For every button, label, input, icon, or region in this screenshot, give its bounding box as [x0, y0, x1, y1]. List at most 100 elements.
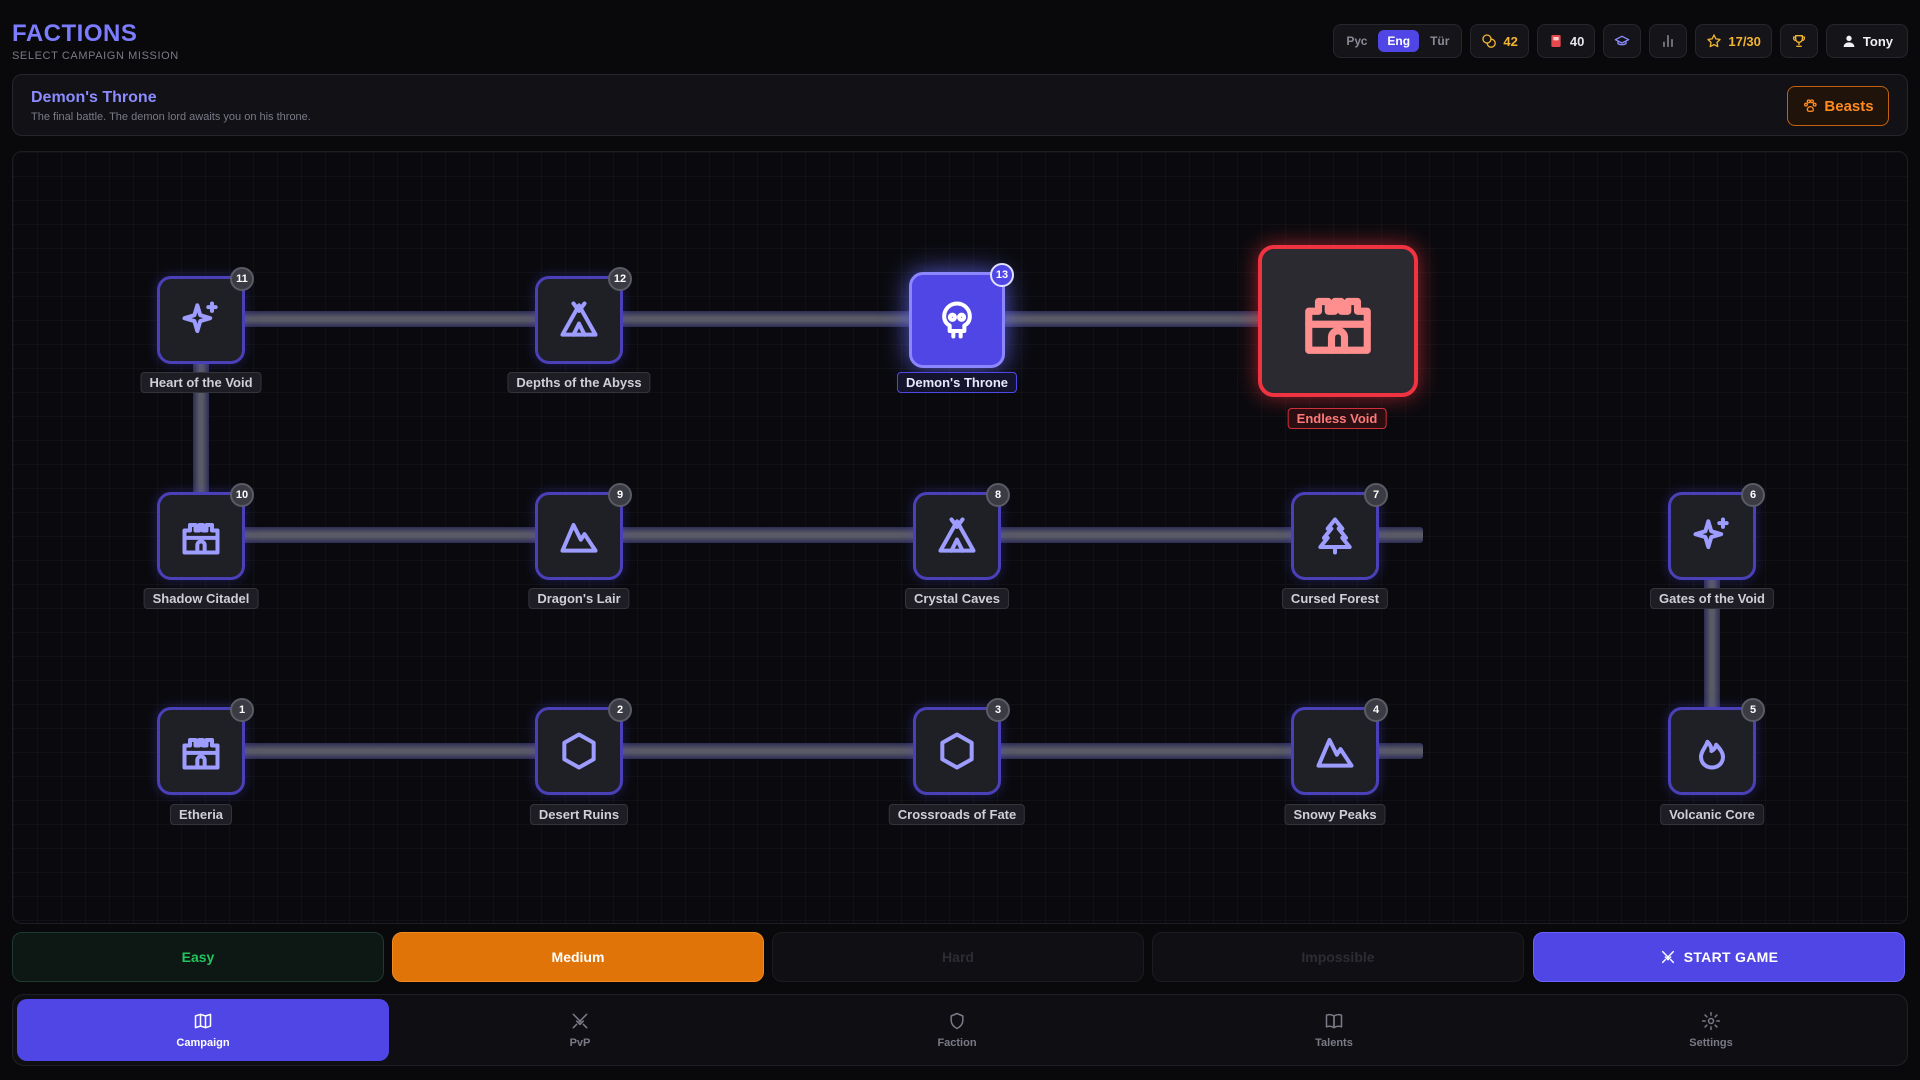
gold-value: 42: [1503, 33, 1518, 49]
mountain-icon: [1316, 737, 1354, 768]
mission-node-13[interactable]: 13: [909, 263, 1014, 368]
tab-pvp[interactable]: PvP: [394, 999, 766, 1061]
bottom-navigation: Campaign PvP Faction Talents Settings: [12, 994, 1908, 1066]
map-icon: [194, 1013, 212, 1029]
tab-faction[interactable]: Faction: [771, 999, 1143, 1061]
mission-node-5[interactable]: 5: [1668, 698, 1765, 795]
mission-node-2[interactable]: 2: [535, 698, 632, 795]
node-number-badge: 8: [986, 483, 1010, 507]
node-number-badge: 7: [1364, 483, 1388, 507]
node-number-badge: 13: [990, 263, 1014, 287]
mission-node-9[interactable]: 9: [535, 483, 632, 580]
difficulty-easy[interactable]: Easy: [12, 932, 384, 982]
node-number-badge: 3: [986, 698, 1010, 722]
mission-node-1[interactable]: 1: [157, 698, 254, 795]
node-label: Dragon's Lair: [528, 588, 630, 609]
graduation-cap-icon: [1615, 35, 1630, 46]
stars-counter[interactable]: 17/30: [1695, 24, 1772, 58]
language-en[interactable]: Eng: [1378, 30, 1420, 52]
node-number-badge: 6: [1741, 483, 1765, 507]
tab-label: Talents: [1315, 1037, 1353, 1049]
mission-node-3[interactable]: 3: [913, 698, 1010, 795]
mission-banner: Demon's Throne The final battle. The dem…: [12, 74, 1908, 136]
tutorial-button[interactable]: [1603, 24, 1642, 58]
flame-icon: [1698, 739, 1726, 770]
tab-talents[interactable]: Talents: [1148, 999, 1520, 1061]
sparkles-icon: [1693, 517, 1729, 550]
trophy-icon: [1792, 35, 1805, 47]
achievements-button[interactable]: [1779, 24, 1818, 58]
difficulty-impossible[interactable]: Impossible: [1152, 932, 1524, 982]
node-number-badge: 10: [230, 483, 254, 507]
node-label: Cursed Forest: [1281, 588, 1389, 609]
hexagon-icon: [562, 732, 596, 770]
tab-campaign[interactable]: Campaign: [17, 999, 389, 1061]
app-brand: FACTIONS SELECT CAMPAIGN MISSION: [12, 20, 179, 62]
book-icon: [1325, 1013, 1343, 1029]
faction-label: Beasts: [1824, 97, 1874, 115]
shield-icon: [950, 1012, 964, 1030]
node-label: Shadow Citadel: [143, 588, 259, 609]
difficulty-medium[interactable]: Medium: [392, 932, 764, 982]
mission-node-4[interactable]: 4: [1291, 698, 1388, 795]
mountain-icon: [560, 522, 598, 553]
stars-value: 17/30: [1728, 33, 1761, 49]
language-ru[interactable]: Рус: [1337, 30, 1376, 52]
tab-label: Faction: [937, 1037, 977, 1049]
node-number-badge: 9: [608, 483, 632, 507]
swords-icon: [1661, 950, 1674, 964]
node-label: Desert Ruins: [529, 804, 629, 825]
gear-icon: [1701, 1011, 1721, 1031]
language-tr[interactable]: Tür: [1421, 30, 1458, 52]
mission-node-12[interactable]: 12: [535, 267, 632, 364]
mission-node-7[interactable]: 7: [1291, 483, 1388, 580]
gold-counter[interactable]: 42: [1470, 24, 1529, 58]
path-connector: [201, 743, 1423, 759]
node-label: Demon's Throne: [896, 372, 1018, 393]
coins-icon: [1482, 34, 1497, 48]
user-icon: [1843, 35, 1855, 47]
stats-button[interactable]: [1649, 24, 1688, 58]
difficulty-hard[interactable]: Hard: [772, 932, 1144, 982]
top-bar: Рус Eng Tür 42 40 17/30 Tony: [1333, 24, 1908, 58]
ticket-icon: [1551, 35, 1561, 47]
tickets-counter[interactable]: 40: [1536, 24, 1596, 58]
mission-description: The final battle. The demon lord awaits …: [31, 111, 311, 123]
mission-node-10[interactable]: 10: [157, 483, 254, 580]
node-label: Depths of the Abyss: [507, 372, 651, 393]
castle-icon: [182, 522, 220, 555]
tree-icon: [1318, 517, 1352, 555]
mission-node-8[interactable]: 8: [913, 483, 1010, 580]
faction-button[interactable]: Beasts: [1787, 86, 1889, 126]
app-subtitle: SELECT CAMPAIGN MISSION: [12, 50, 179, 62]
paw-icon: [1804, 99, 1818, 113]
mission-node-11[interactable]: 11: [157, 267, 254, 364]
node-label: Gates of the Void: [1650, 588, 1774, 609]
node-number-badge: 1: [230, 698, 254, 722]
node-number-badge: 12: [608, 267, 632, 291]
tab-label: Settings: [1689, 1037, 1733, 1049]
tab-settings[interactable]: Settings: [1525, 999, 1897, 1061]
path-connector: [201, 527, 1423, 543]
mission-title: Demon's Throne: [31, 89, 157, 106]
bar-chart-icon: [1663, 35, 1674, 47]
start-game-button[interactable]: START GAME: [1533, 932, 1905, 982]
boss-label: Endless Void: [1287, 408, 1387, 429]
tickets-value: 40: [1569, 33, 1585, 49]
node-label: Crystal Caves: [905, 588, 1009, 609]
language-switcher: Рус Eng Tür: [1333, 24, 1463, 58]
boss-node[interactable]: [1258, 245, 1418, 397]
mission-node-6[interactable]: 6: [1668, 483, 1765, 580]
user-menu[interactable]: Tony: [1825, 24, 1908, 58]
node-label: Etheria: [169, 804, 233, 825]
node-number-badge: 4: [1364, 698, 1388, 722]
sparkles-icon: [182, 301, 218, 334]
node-label: Volcanic Core: [1660, 804, 1764, 825]
node-number-badge: 11: [230, 267, 254, 291]
node-label: Heart of the Void: [140, 372, 262, 393]
skull-icon: [942, 301, 972, 339]
node-number-badge: 2: [608, 698, 632, 722]
start-game-label: START GAME: [1683, 949, 1779, 965]
user-name: Tony: [1862, 33, 1893, 49]
tent-icon: [938, 517, 976, 553]
